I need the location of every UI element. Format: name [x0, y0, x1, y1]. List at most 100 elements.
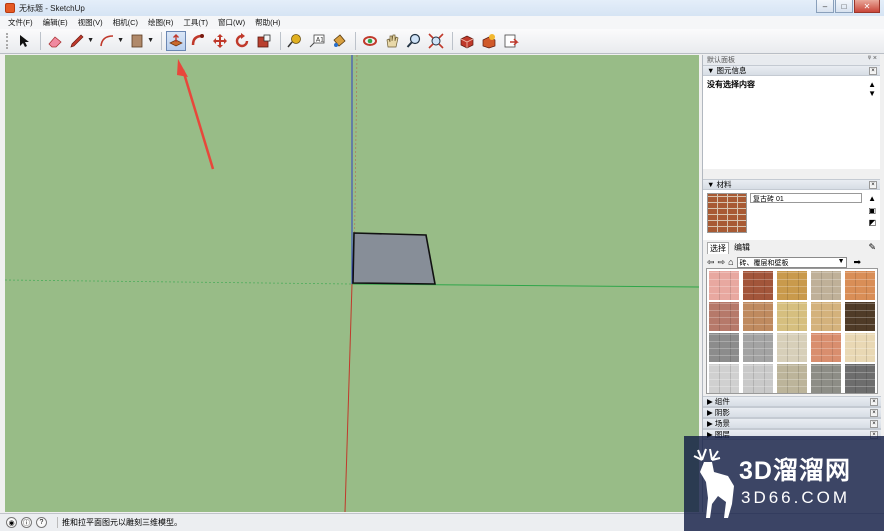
get-models-icon[interactable] [457, 31, 477, 51]
material-preview-area: 复古砖 01 ▲ ▣ ◩ [703, 190, 880, 240]
scenes-title: 场景 [714, 419, 730, 428]
3d-viewport[interactable] [5, 55, 699, 512]
close-window-button[interactable]: ✕ [854, 0, 880, 13]
scenes-header[interactable]: ▶ 场景 × [703, 418, 881, 429]
material-swatch[interactable] [777, 364, 807, 393]
material-swatch[interactable] [709, 333, 739, 362]
close-icon[interactable]: × [869, 181, 877, 189]
pin-icon[interactable]: ᵠ [868, 55, 871, 62]
paint-bucket-tool-icon[interactable] [329, 31, 349, 51]
back-arrow-icon[interactable]: ⇦ [707, 257, 715, 268]
menu-camera[interactable]: 相机(C) [113, 17, 138, 28]
menu-file[interactable]: 文件(F) [8, 17, 33, 28]
extruded-face[interactable] [352, 232, 436, 285]
details-toggle-icon[interactable]: ▲ [868, 194, 876, 203]
help-icon[interactable]: ? [36, 517, 47, 528]
material-swatch[interactable] [743, 364, 773, 393]
arc-tool-icon[interactable]: ▼ [97, 31, 124, 51]
move-tool-icon[interactable] [210, 31, 230, 51]
material-swatch[interactable] [709, 302, 739, 331]
geolocation-icon[interactable]: ◉ [6, 517, 17, 528]
push-pull-tool-icon[interactable] [166, 31, 186, 51]
green-axis-negative [5, 279, 353, 285]
material-swatch[interactable] [811, 364, 841, 393]
material-swatch[interactable] [845, 364, 875, 393]
material-name-field[interactable]: 复古砖 01 [750, 193, 862, 203]
minimize-button[interactable]: – [816, 0, 834, 13]
menu-window[interactable]: 窗口(W) [218, 17, 245, 28]
watermark-logo: 3D溜溜网 3D66.COM [684, 436, 884, 531]
entity-info-body: 没有选择内容 ▲ ▼ [703, 76, 880, 169]
collection-select[interactable]: 砖、覆层和壁板 ▼ [736, 256, 847, 268]
send-to-layout-icon[interactable] [501, 31, 521, 51]
material-swatch[interactable] [743, 302, 773, 331]
chevron-down-icon[interactable]: ▼ [117, 37, 124, 44]
toolbar-separator [161, 32, 162, 50]
close-icon[interactable]: × [870, 420, 878, 428]
components-header[interactable]: ▶ 组件 × [703, 396, 881, 407]
menu-view[interactable]: 视图(V) [78, 17, 103, 28]
material-swatch[interactable] [709, 271, 739, 300]
current-material-swatch[interactable] [707, 193, 747, 233]
tray-pin-close[interactable]: ᵠ × [868, 55, 877, 62]
material-swatch[interactable] [709, 364, 739, 393]
watermark-title: 3D溜溜网 [739, 457, 851, 485]
deer-logo-icon [693, 448, 734, 518]
rotate-tool-icon[interactable] [232, 31, 252, 51]
credits-icon[interactable]: ⓘ [21, 517, 32, 528]
tape-measure-tool-icon[interactable] [285, 31, 305, 51]
menu-bar: 文件(F) 编辑(E) 视图(V) 相机(C) 绘图(R) 工具(T) 窗口(W… [0, 16, 884, 29]
material-swatch[interactable] [777, 333, 807, 362]
default-material-icon[interactable]: ◩ [868, 218, 876, 227]
rectangle-tool-icon[interactable]: ▼ [127, 31, 154, 51]
scale-tool-icon[interactable] [254, 31, 274, 51]
menu-help[interactable]: 帮助(H) [255, 17, 280, 28]
close-icon[interactable]: × [873, 55, 877, 62]
tab-edit[interactable]: 编辑 [731, 241, 753, 254]
material-tabs: 选择 编辑 ✎ [703, 240, 880, 254]
material-swatch[interactable] [777, 302, 807, 331]
forward-arrow-icon[interactable]: ⇨ [718, 257, 726, 268]
toolbar-grip[interactable] [6, 33, 10, 49]
entity-info-header[interactable]: ▼ 图元信息 × [703, 65, 880, 76]
close-icon[interactable]: × [870, 398, 878, 406]
material-swatch[interactable] [845, 302, 875, 331]
materials-header[interactable]: ▼ 材料 × [703, 179, 880, 190]
material-swatch[interactable] [777, 271, 807, 300]
material-swatch[interactable] [845, 333, 875, 362]
select-tool-icon[interactable] [14, 31, 34, 51]
chevron-down-icon[interactable]: ▼ [147, 37, 154, 44]
share-model-icon[interactable] [479, 31, 499, 51]
details-toggle-icon[interactable]: ▲ ▼ [868, 80, 876, 98]
orbit-tool-icon[interactable] [360, 31, 380, 51]
pan-tool-icon[interactable] [382, 31, 402, 51]
text-tool-icon[interactable]: A1 [307, 31, 327, 51]
material-swatch[interactable] [811, 302, 841, 331]
close-icon[interactable]: × [869, 67, 877, 75]
window-controls: – □ ✕ [816, 0, 880, 13]
follow-me-tool-icon[interactable] [188, 31, 208, 51]
material-swatch[interactable] [743, 271, 773, 300]
chevron-down-icon[interactable]: ▼ [87, 37, 94, 44]
zoom-extents-tool-icon[interactable] [426, 31, 446, 51]
pencil-tool-icon[interactable]: ▼ [67, 31, 94, 51]
material-swatch[interactable] [811, 271, 841, 300]
close-icon[interactable]: × [870, 409, 878, 417]
material-swatch[interactable] [845, 271, 875, 300]
menu-edit[interactable]: 编辑(E) [43, 17, 68, 28]
chevron-down-icon[interactable]: ▼ [838, 258, 845, 265]
home-icon[interactable]: ⌂ [728, 257, 733, 267]
details-arrow-icon[interactable]: ➡ [854, 257, 862, 268]
eraser-tool-icon[interactable] [45, 31, 65, 51]
tab-select[interactable]: 选择 [707, 242, 729, 254]
menu-tools[interactable]: 工具(T) [183, 17, 208, 28]
sample-paint-icon[interactable]: ✎ [868, 242, 876, 253]
maximize-button[interactable]: □ [835, 0, 853, 13]
tray-title: 默认面板 [707, 57, 735, 64]
material-swatch[interactable] [811, 333, 841, 362]
create-material-icon[interactable]: ▣ [868, 206, 876, 215]
zoom-tool-icon[interactable] [404, 31, 424, 51]
menu-draw[interactable]: 绘图(R) [148, 17, 173, 28]
shadows-header[interactable]: ▶ 阴影 × [703, 407, 881, 418]
material-swatch[interactable] [743, 333, 773, 362]
